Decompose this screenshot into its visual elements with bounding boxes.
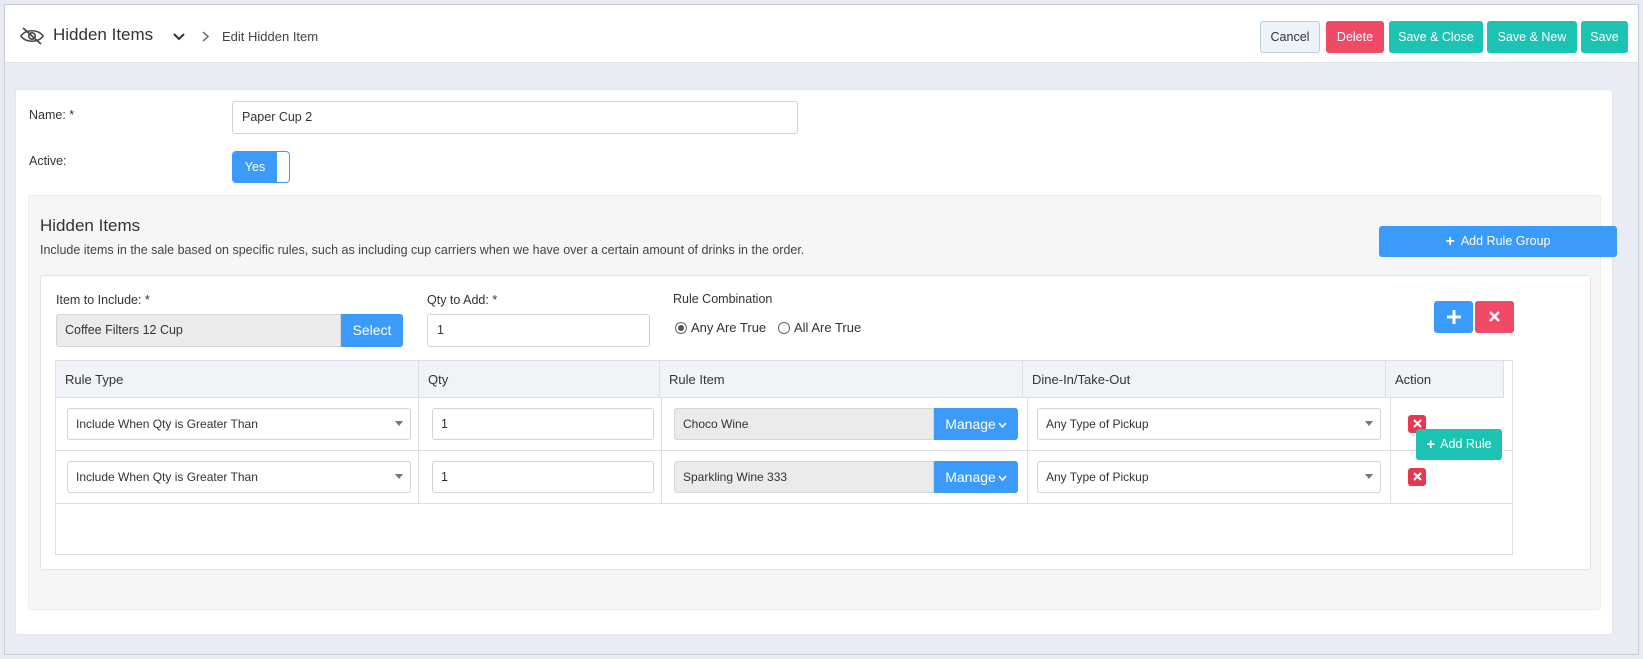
caret-down-icon <box>1365 421 1373 426</box>
caret-down-icon <box>395 474 403 479</box>
th-qty: Qty <box>419 361 660 398</box>
save-button[interactable]: Save <box>1581 21 1628 53</box>
rule-item-input[interactable]: Choco Wine <box>674 408 934 440</box>
remove-rule-group-button[interactable] <box>1475 301 1514 333</box>
item-to-include-label: Item to Include: * <box>56 293 150 307</box>
rule-combination-label: Rule Combination <box>673 292 773 306</box>
name-input[interactable]: Paper Cup 2 <box>232 101 798 134</box>
active-label: Active: <box>29 154 67 168</box>
close-icon <box>1489 311 1500 322</box>
delete-button[interactable]: Delete <box>1326 21 1384 53</box>
cell-rule-type: Include When Qty is Greater Than <box>56 451 419 504</box>
add-rule-row-button[interactable] <box>1434 301 1473 333</box>
th-rule-type: Rule Type <box>56 361 419 398</box>
rule-qty-input[interactable]: 1 <box>432 461 654 493</box>
dine-takeout-value: Any Type of Pickup <box>1046 470 1149 484</box>
plus-icon: + <box>1445 233 1455 250</box>
caret-down-icon <box>395 421 403 426</box>
section-description: Include items in the sale based on speci… <box>40 243 805 257</box>
add-rule-button[interactable]: + Add Rule <box>1416 429 1502 460</box>
section-title: Hidden Items <box>40 216 141 235</box>
top-bar: Hidden Items Edit Hidden Item Cancel Del… <box>5 5 1638 63</box>
module-title[interactable]: Hidden Items <box>53 25 153 45</box>
select-item-button[interactable]: Select <box>341 314 403 347</box>
rule-type-select[interactable]: Include When Qty is Greater Than <box>67 461 411 493</box>
rule-type-select[interactable]: Include When Qty is Greater Than <box>67 408 411 440</box>
radio-unchecked-icon <box>778 322 790 334</box>
save-close-button[interactable]: Save & Close <box>1389 21 1483 53</box>
dine-takeout-select[interactable]: Any Type of Pickup <box>1037 408 1381 440</box>
chevron-down-icon[interactable] <box>172 32 186 42</box>
rule-item-input[interactable]: Sparkling Wine 333 <box>674 461 934 493</box>
cell-dine-takeout: Any Type of Pickup <box>1028 451 1391 504</box>
plus-icon <box>1446 310 1461 324</box>
manage-label: Manage <box>945 416 996 432</box>
rule-qty-input[interactable]: 1 <box>432 408 654 440</box>
active-toggle-yes: Yes <box>233 152 277 182</box>
manage-button[interactable]: Manage <box>934 408 1018 440</box>
chevron-right-icon <box>202 31 210 42</box>
plus-icon: + <box>1426 436 1436 453</box>
close-icon <box>1412 419 1422 428</box>
chevron-down-icon <box>998 475 1007 482</box>
th-dine-takeout: Dine-In/Take-Out <box>1023 361 1386 398</box>
radio-all-are-true[interactable]: All Are True <box>778 320 861 336</box>
chevron-down-icon <box>998 422 1007 429</box>
delete-rule-button[interactable] <box>1408 468 1426 486</box>
add-rule-label: Add Rule <box>1440 437 1492 451</box>
save-new-button[interactable]: Save & New <box>1487 21 1577 53</box>
table-row: Include When Qty is Greater Than 1 Spark… <box>56 451 1512 504</box>
radio-all-label: All Are True <box>794 320 862 335</box>
add-rule-group-label: Add Rule Group <box>1460 234 1551 248</box>
cell-qty: 1 <box>419 451 662 504</box>
cancel-button[interactable]: Cancel <box>1260 21 1320 53</box>
cell-rule-type: Include When Qty is Greater Than <box>56 398 419 451</box>
dine-takeout-value: Any Type of Pickup <box>1046 417 1149 431</box>
name-label: Name: * <box>29 108 75 122</box>
breadcrumb-current: Edit Hidden Item <box>222 29 319 44</box>
cell-rule-item: Choco Wine Manage <box>662 398 1028 451</box>
dine-takeout-select[interactable]: Any Type of Pickup <box>1037 461 1381 493</box>
caret-down-icon <box>1365 474 1373 479</box>
active-toggle[interactable]: Yes <box>232 151 290 183</box>
rule-type-value: Include When Qty is Greater Than <box>76 417 258 431</box>
manage-button[interactable]: Manage <box>934 461 1018 493</box>
radio-any-are-true[interactable]: Any Are True <box>675 320 766 336</box>
cell-qty: 1 <box>419 398 662 451</box>
radio-any-label: Any Are True <box>691 320 767 335</box>
close-icon <box>1412 472 1422 481</box>
qty-to-add-label: Qty to Add: * <box>427 293 498 307</box>
radio-checked-icon <box>675 322 687 334</box>
add-rule-group-button[interactable]: + Add Rule Group <box>1379 226 1617 257</box>
rules-table: Rule Type Qty Rule Item Dine-In/Take-Out… <box>55 360 1513 555</box>
item-to-include-input[interactable]: Coffee Filters 12 Cup <box>56 314 341 347</box>
rule-type-value: Include When Qty is Greater Than <box>76 470 258 484</box>
th-action: Action <box>1386 361 1504 398</box>
eye-off-icon <box>20 27 44 45</box>
th-rule-item: Rule Item <box>660 361 1023 398</box>
rule-group-card: Item to Include: * Coffee Filters 12 Cup… <box>40 275 1591 570</box>
cell-dine-takeout: Any Type of Pickup <box>1028 398 1391 451</box>
hidden-items-section: Hidden Items Include items in the sale b… <box>28 195 1617 610</box>
table-header: Rule Type Qty Rule Item Dine-In/Take-Out… <box>56 361 1504 398</box>
manage-label: Manage <box>945 469 996 485</box>
cell-rule-item: Sparkling Wine 333 Manage <box>662 451 1028 504</box>
table-row: Include When Qty is Greater Than 1 Choco… <box>56 398 1512 451</box>
edit-form-card: Name: * Paper Cup 2 Active: Yes Hidden I… <box>15 89 1617 635</box>
qty-to-add-input[interactable]: 1 <box>427 314 650 347</box>
